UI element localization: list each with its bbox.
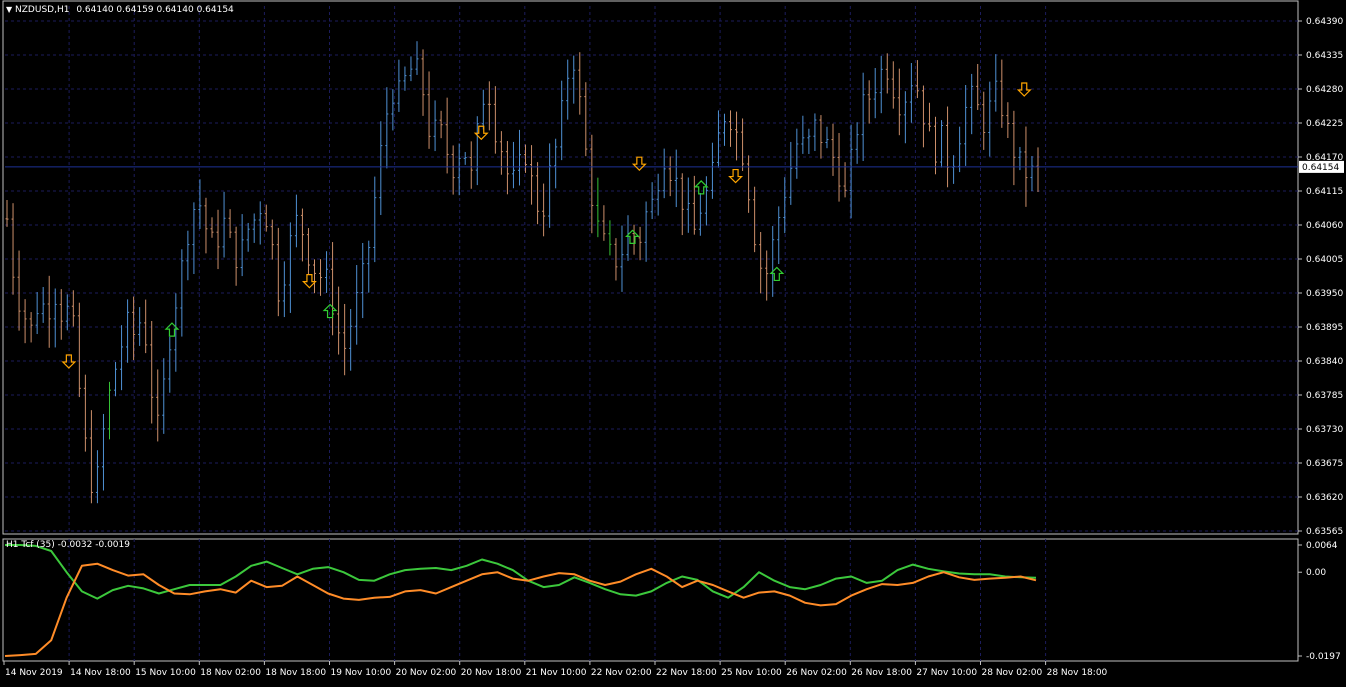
collapse-triangle-icon[interactable]: ▼: [6, 5, 12, 14]
ind-y-tick-label: 0.00: [1306, 568, 1326, 578]
y-tick-label: 0.63675: [1306, 459, 1343, 469]
x-tick-label: 21 Nov 10:00: [526, 668, 587, 678]
chart-window[interactable]: 0.64390 0.64335 0.64280 0.64225 0.64170 0.641…: [0, 0, 1346, 683]
y-tick-label: 0.64390: [1306, 17, 1343, 27]
signal-down-arrow-icon: [631, 156, 647, 172]
x-tick-label: 26 Nov 18:00: [851, 668, 912, 678]
y-tick-label: 0.64280: [1306, 85, 1343, 95]
chart-header: ▼ NZDUSD,H1 0.64140 0.64159 0.64140 0.64…: [6, 4, 234, 16]
y-tick-label: 0.64060: [1306, 221, 1343, 231]
signal-down-arrow-icon: [728, 168, 744, 184]
y-tick-label: 0.63950: [1306, 289, 1343, 299]
y-tick-label: 0.63895: [1306, 323, 1343, 333]
x-tick-label: 18 Nov 02:00: [200, 668, 261, 678]
x-tick-label: 14 Nov 18:00: [70, 668, 131, 678]
x-tick-label: 18 Nov 18:00: [265, 668, 326, 678]
y-tick-label: 0.63840: [1306, 357, 1343, 367]
x-tick-label: 28 Nov 02:00: [982, 668, 1043, 678]
x-tick-label: 14 Nov 2019: [5, 668, 63, 678]
x-tick-label: 25 Nov 10:00: [721, 668, 782, 678]
tcf-green-line: [5, 544, 1037, 600]
signal-down-arrow-icon: [1016, 82, 1032, 97]
signal-up-arrow-icon: [322, 303, 338, 319]
x-tick-label: 26 Nov 02:00: [786, 668, 847, 678]
y-tick-label: 0.63730: [1306, 425, 1343, 435]
tcf-orange-line: [4, 562, 1037, 657]
x-tick-label: 27 Nov 10:00: [916, 668, 977, 678]
y-tick-label: 0.64115: [1306, 187, 1343, 197]
x-tick-label: 22 Nov 02:00: [591, 668, 652, 678]
x-tick-label: 19 Nov 10:00: [331, 668, 392, 678]
x-tick-label: 28 Nov 18:00: [1047, 668, 1108, 678]
ohlc-label: 0.64140 0.64159 0.64140 0.64154: [76, 5, 234, 15]
indicator-label: H1 Tcf (35) -0.0032 -0.0019: [6, 540, 130, 550]
x-tick-label: 15 Nov 10:00: [135, 668, 196, 678]
ind-y-tick-label: -0.0197: [1306, 652, 1341, 662]
price-chart[interactable]: 0.643900.643350.642800.642250.641700.641…: [0, 0, 1346, 683]
signal-up-arrow-icon: [693, 180, 709, 195]
y-tick-label: 0.63565: [1306, 527, 1343, 537]
symbol-label: NZDUSD,H1: [15, 5, 70, 15]
indicator-panel-frame: [2, 538, 1299, 662]
signal-down-arrow-icon: [301, 274, 317, 289]
y-tick-label: 0.63785: [1306, 391, 1343, 401]
y-tick-label: 0.64225: [1306, 119, 1343, 129]
x-tick-label: 20 Nov 18:00: [461, 668, 522, 678]
y-tick-label: 0.64335: [1306, 51, 1343, 61]
price-panel-frame: [2, 0, 1299, 535]
x-tick-label: 22 Nov 18:00: [656, 668, 717, 678]
y-tick-label: 0.64005: [1306, 255, 1343, 265]
ind-y-tick-label: 0.0064: [1306, 541, 1338, 551]
x-tick-label: 20 Nov 02:00: [396, 668, 457, 678]
y-tick-label: 0.63620: [1306, 493, 1343, 503]
current-price-label: 0.64154: [1302, 163, 1339, 173]
